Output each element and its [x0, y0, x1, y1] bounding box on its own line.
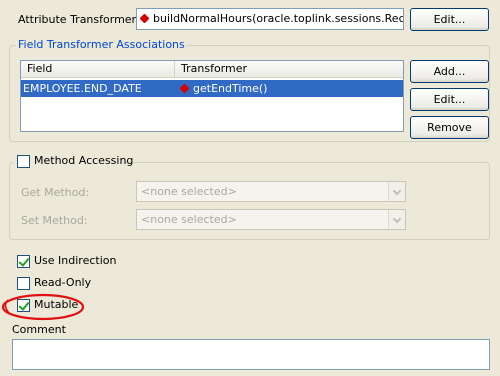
set-method-value: <none selected>: [141, 213, 237, 226]
get-method-select[interactable]: <none selected>: [136, 181, 406, 202]
chevron-down-icon: [388, 182, 405, 201]
set-method-select[interactable]: <none selected>: [136, 209, 406, 230]
field-transformer-group-title: Field Transformer Associations: [16, 38, 187, 52]
field-transformer-table[interactable]: Field Transformer EMPLOYEE.END_DATE getE…: [20, 60, 404, 132]
column-header-transformer[interactable]: Transformer: [175, 61, 403, 78]
method-gem-icon: [139, 13, 150, 24]
get-method-value: <none selected>: [141, 185, 237, 198]
read-only-checkbox[interactable]: [17, 277, 30, 290]
attribute-transformer-label: Attribute Transformer:: [18, 13, 140, 26]
add-field-transformer-button[interactable]: Add...: [410, 60, 489, 83]
edit-field-transformer-button[interactable]: Edit...: [410, 88, 489, 111]
row-field-cell: EMPLOYEE.END_DATE: [23, 82, 142, 95]
row-transformer-label: getEndTime(): [193, 82, 268, 95]
comment-label: Comment: [12, 323, 66, 336]
attribute-transformer-field[interactable]: buildNormalHours(oracle.toplink.sessions…: [136, 8, 404, 30]
get-method-label: Get Method:: [21, 186, 90, 199]
chevron-down-icon: [388, 210, 405, 229]
comment-textarea[interactable]: [12, 339, 490, 370]
column-header-field[interactable]: Field: [21, 61, 175, 78]
use-indirection-label: Use Indirection: [34, 254, 117, 267]
remove-field-transformer-button[interactable]: Remove: [410, 116, 489, 139]
edit-attribute-transformer-button[interactable]: Edit...: [410, 8, 489, 31]
highlight-ellipse: [1, 293, 85, 321]
row-transformer-cell: getEndTime(): [179, 80, 268, 97]
set-method-label: Set Method:: [21, 214, 88, 227]
use-indirection-checkbox[interactable]: [17, 255, 30, 268]
method-gem-icon: [179, 83, 190, 94]
method-accessing-checkbox[interactable]: [17, 155, 30, 168]
attribute-transformer-value: buildNormalHours(oracle.toplink.sessions…: [153, 12, 403, 25]
read-only-label: Read-Only: [34, 276, 92, 289]
method-accessing-label: Method Accessing: [34, 154, 134, 167]
table-row[interactable]: EMPLOYEE.END_DATE getEndTime(): [21, 80, 403, 97]
